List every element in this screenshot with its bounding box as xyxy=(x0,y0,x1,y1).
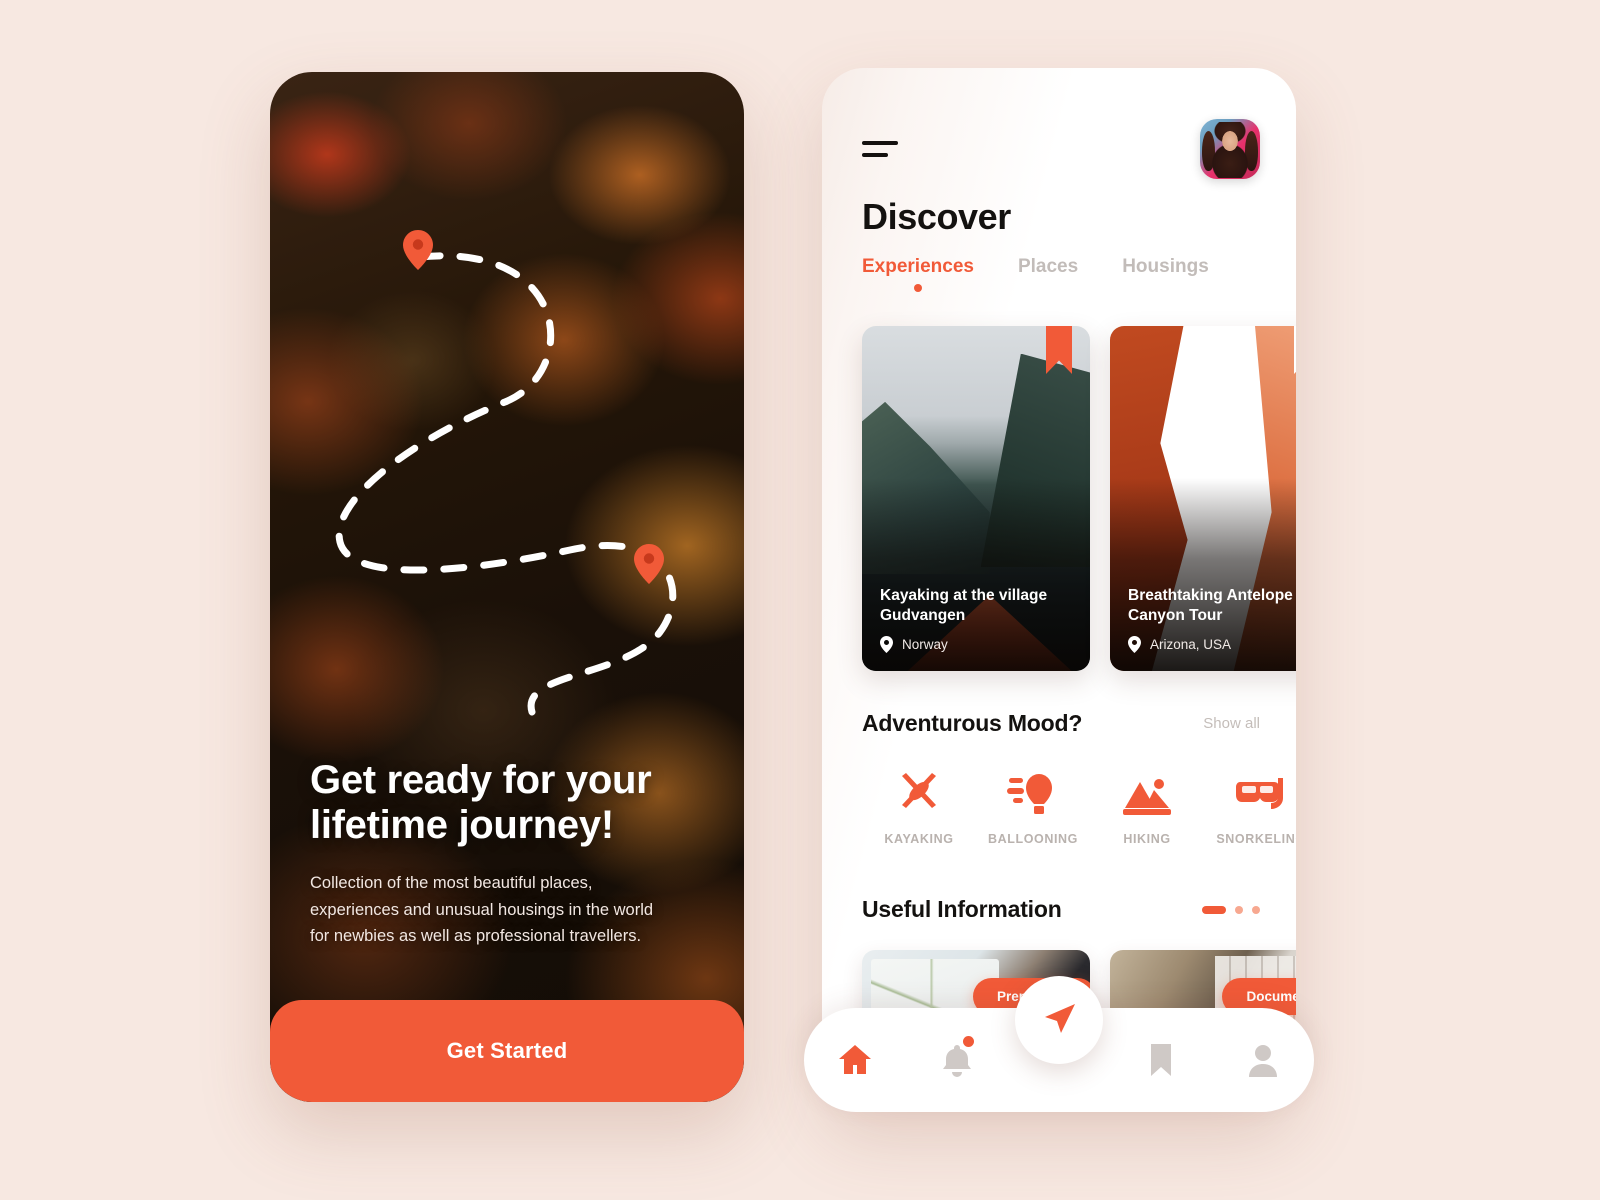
nav-home[interactable] xyxy=(804,1008,906,1112)
mood-item-hiking[interactable]: HIKING xyxy=(1090,768,1204,846)
bookmark-icon xyxy=(1151,1044,1171,1076)
pagination-dot[interactable] xyxy=(1252,905,1260,914)
get-started-button[interactable]: Get Started xyxy=(270,1000,744,1102)
page-subtitle: Collection of the most beautiful places,… xyxy=(310,873,654,946)
mountains-icon xyxy=(1123,779,1171,815)
mood-list: KAYAKING BALLOONING HIKING SNORKELIN xyxy=(862,768,1296,846)
person-icon xyxy=(1249,1045,1277,1077)
page-title: Discover xyxy=(862,196,1011,237)
section-title: Useful Information xyxy=(862,896,1062,922)
carousel-pagination[interactable] xyxy=(1202,905,1260,914)
tab-places[interactable]: Places xyxy=(1018,256,1078,292)
tab-bar: Experiences Places Housings xyxy=(862,256,1209,292)
nav-bookmarks[interactable] xyxy=(1110,1008,1212,1112)
onboarding-phone: Get ready for your lifetime journey! Col… xyxy=(270,72,744,1102)
card-title: Breathtaking Antelope Canyon Tour xyxy=(1128,586,1293,624)
notification-badge xyxy=(963,1036,974,1047)
hamburger-menu-icon[interactable] xyxy=(862,137,900,161)
home-icon xyxy=(839,1045,871,1074)
card-title: Kayaking at the village Gudvangen xyxy=(880,586,1048,624)
mood-label: BALLOONING xyxy=(987,832,1079,846)
mood-item-ballooning[interactable]: BALLOONING xyxy=(976,768,1090,846)
map-pin-start xyxy=(403,230,433,270)
card-location: Norway xyxy=(880,636,1074,653)
section-title: Adventurous Mood? xyxy=(862,710,1083,736)
info-section-header: Useful Information xyxy=(862,896,1260,923)
pagination-dot-active[interactable] xyxy=(1202,905,1226,914)
mood-section-header: Adventurous Mood? Show all xyxy=(862,710,1260,737)
page-title: Get ready for your lifetime journey! xyxy=(310,758,652,848)
onboarding-copy: Get ready for your lifetime journey! Col… xyxy=(310,758,704,950)
map-pin-end xyxy=(634,544,664,584)
navigate-fab-button[interactable] xyxy=(1015,976,1103,1064)
experience-card[interactable]: Kayaking at the village Gudvangen Norway xyxy=(862,326,1090,671)
show-all-link[interactable]: Show all xyxy=(1203,715,1260,732)
experience-card-list: Kayaking at the village Gudvangen Norway… xyxy=(862,326,1296,671)
pagination-dot[interactable] xyxy=(1235,905,1243,914)
discover-phone: Discover Experiences Places Housings Kay… xyxy=(804,68,1314,1112)
card-location: Arizona, USA xyxy=(1128,636,1296,653)
navigate-arrow-icon xyxy=(1045,1004,1075,1033)
tab-housings[interactable]: Housings xyxy=(1122,256,1209,292)
mood-label: KAYAKING xyxy=(884,832,954,846)
hot-air-balloon-icon xyxy=(1007,774,1052,814)
top-bar xyxy=(862,118,1260,180)
avatar[interactable] xyxy=(1200,119,1260,179)
bookmark-ribbon-icon[interactable] xyxy=(1294,326,1296,374)
mood-item-snorkeling[interactable]: SNORKELING xyxy=(1204,768,1296,846)
bell-icon xyxy=(943,1045,971,1077)
tab-experiences[interactable]: Experiences xyxy=(862,256,974,292)
mood-item-kayaking[interactable]: KAYAKING xyxy=(862,768,976,846)
nav-notifications[interactable] xyxy=(906,1008,1008,1112)
mood-label: HIKING xyxy=(1123,832,1171,846)
snorkel-mask-icon xyxy=(1236,778,1283,809)
location-pin-icon xyxy=(880,636,893,653)
location-pin-icon xyxy=(1128,636,1141,653)
experience-card[interactable]: Breathtaking Antelope Canyon Tour Arizon… xyxy=(1110,326,1296,671)
kayak-icon xyxy=(902,773,936,808)
mood-label: SNORKELING xyxy=(1216,832,1296,846)
nav-profile[interactable] xyxy=(1212,1008,1314,1112)
